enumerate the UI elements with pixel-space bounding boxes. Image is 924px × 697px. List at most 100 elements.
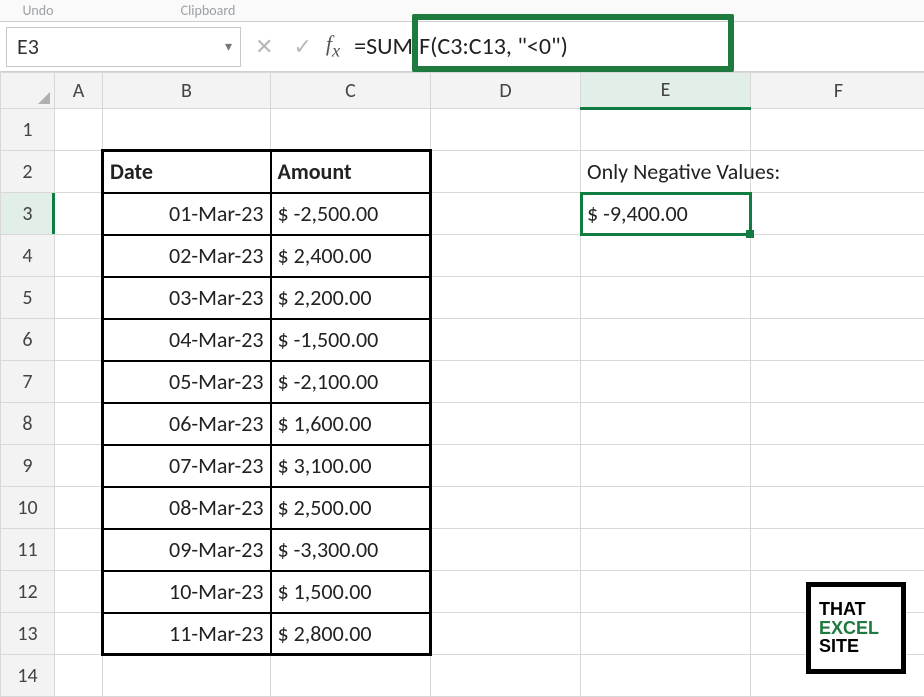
row-header-7[interactable]: 7 <box>1 361 55 403</box>
cell-C14[interactable] <box>271 655 431 697</box>
cell-F4[interactable] <box>751 235 924 277</box>
row-header-5[interactable]: 5 <box>1 277 55 319</box>
cell-D3[interactable] <box>431 193 581 235</box>
col-header-A[interactable]: A <box>55 73 103 109</box>
row-header-3[interactable]: 3 <box>1 193 55 235</box>
cell-A5[interactable] <box>55 277 103 319</box>
select-all-corner[interactable] <box>1 73 55 109</box>
cell-E9[interactable] <box>581 445 751 487</box>
cell-E7[interactable] <box>581 361 751 403</box>
cell-E12[interactable] <box>581 571 751 613</box>
col-header-F[interactable]: F <box>751 73 924 109</box>
col-header-E[interactable]: E <box>581 73 751 109</box>
cell-A1[interactable] <box>55 109 103 151</box>
cell-D5[interactable] <box>431 277 581 319</box>
fx-icon[interactable]: fx <box>326 31 340 61</box>
cell-A10[interactable] <box>55 487 103 529</box>
row-header-2[interactable]: 2 <box>1 151 55 193</box>
cell-B1[interactable] <box>103 109 271 151</box>
cell-C6[interactable]: $ -1,500.00 <box>271 319 431 361</box>
cell-F2[interactable] <box>751 151 924 193</box>
cell-B7[interactable]: 05-Mar-23 <box>103 361 271 403</box>
row-header-13[interactable]: 13 <box>1 613 55 655</box>
cell-B2[interactable]: Date <box>103 151 271 193</box>
cell-C10[interactable]: $ 2,500.00 <box>271 487 431 529</box>
cell-F1[interactable] <box>751 109 924 151</box>
row-header-12[interactable]: 12 <box>1 571 55 613</box>
cell-A11[interactable] <box>55 529 103 571</box>
col-header-D[interactable]: D <box>431 73 581 109</box>
cell-F10[interactable] <box>751 487 924 529</box>
cell-B12[interactable]: 10-Mar-23 <box>103 571 271 613</box>
row-header-8[interactable]: 8 <box>1 403 55 445</box>
cell-D11[interactable] <box>431 529 581 571</box>
cell-A4[interactable] <box>55 235 103 277</box>
cell-C13[interactable]: $ 2,800.00 <box>271 613 431 655</box>
cell-B6[interactable]: 04-Mar-23 <box>103 319 271 361</box>
cell-A8[interactable] <box>55 403 103 445</box>
cell-A14[interactable] <box>55 655 103 697</box>
cell-C12[interactable]: $ 1,500.00 <box>271 571 431 613</box>
cell-E14[interactable] <box>581 655 751 697</box>
row-header-11[interactable]: 11 <box>1 529 55 571</box>
cell-A3[interactable] <box>55 193 103 235</box>
accept-formula-icon[interactable]: ✓ <box>293 33 311 60</box>
cell-C5[interactable]: $ 2,200.00 <box>271 277 431 319</box>
cell-B8[interactable]: 06-Mar-23 <box>103 403 271 445</box>
cancel-formula-icon[interactable]: ✕ <box>255 33 273 60</box>
cell-B14[interactable] <box>103 655 271 697</box>
cell-A6[interactable] <box>55 319 103 361</box>
cell-D4[interactable] <box>431 235 581 277</box>
cell-B9[interactable]: 07-Mar-23 <box>103 445 271 487</box>
cell-B11[interactable]: 09-Mar-23 <box>103 529 271 571</box>
row-header-10[interactable]: 10 <box>1 487 55 529</box>
cell-E3[interactable]: $ -9,400.00 <box>581 193 751 235</box>
cell-F11[interactable] <box>751 529 924 571</box>
cell-A9[interactable] <box>55 445 103 487</box>
cell-E6[interactable] <box>581 319 751 361</box>
cell-D12[interactable] <box>431 571 581 613</box>
cell-C3[interactable]: $ -2,500.00 <box>271 193 431 235</box>
cell-F6[interactable] <box>751 319 924 361</box>
cell-A2[interactable] <box>55 151 103 193</box>
cell-C11[interactable]: $ -3,300.00 <box>271 529 431 571</box>
row-header-4[interactable]: 4 <box>1 235 55 277</box>
cell-D10[interactable] <box>431 487 581 529</box>
cell-A7[interactable] <box>55 361 103 403</box>
cell-C9[interactable]: $ 3,100.00 <box>271 445 431 487</box>
col-header-C[interactable]: C <box>271 73 431 109</box>
cell-A12[interactable] <box>55 571 103 613</box>
formula-bar[interactable]: =SUMIF(C3:C13, "<0") <box>340 27 924 67</box>
cell-F7[interactable] <box>751 361 924 403</box>
cell-B4[interactable]: 02-Mar-23 <box>103 235 271 277</box>
cell-B13[interactable]: 11-Mar-23 <box>103 613 271 655</box>
cell-B5[interactable]: 03-Mar-23 <box>103 277 271 319</box>
cell-B10[interactable]: 08-Mar-23 <box>103 487 271 529</box>
cell-F3[interactable] <box>751 193 924 235</box>
cell-D1[interactable] <box>431 109 581 151</box>
cell-E2[interactable]: Only Negative Values: <box>581 151 751 193</box>
cell-D2[interactable] <box>431 151 581 193</box>
cell-F9[interactable] <box>751 445 924 487</box>
row-header-9[interactable]: 9 <box>1 445 55 487</box>
name-box[interactable]: E3 ▾ <box>6 27 241 67</box>
row-header-14[interactable]: 14 <box>1 655 55 697</box>
row-header-1[interactable]: 1 <box>1 109 55 151</box>
cell-C1[interactable] <box>271 109 431 151</box>
cell-C2[interactable]: Amount <box>271 151 431 193</box>
cell-E13[interactable] <box>581 613 751 655</box>
cell-E11[interactable] <box>581 529 751 571</box>
cell-A13[interactable] <box>55 613 103 655</box>
cell-D9[interactable] <box>431 445 581 487</box>
cell-D6[interactable] <box>431 319 581 361</box>
cell-E4[interactable] <box>581 235 751 277</box>
cell-E5[interactable] <box>581 277 751 319</box>
cell-E8[interactable] <box>581 403 751 445</box>
cell-E10[interactable] <box>581 487 751 529</box>
cell-D7[interactable] <box>431 361 581 403</box>
cell-C8[interactable]: $ 1,600.00 <box>271 403 431 445</box>
chevron-down-icon[interactable]: ▾ <box>225 38 232 55</box>
cell-B3[interactable]: 01-Mar-23 <box>103 193 271 235</box>
cell-F5[interactable] <box>751 277 924 319</box>
col-header-B[interactable]: B <box>103 73 271 109</box>
